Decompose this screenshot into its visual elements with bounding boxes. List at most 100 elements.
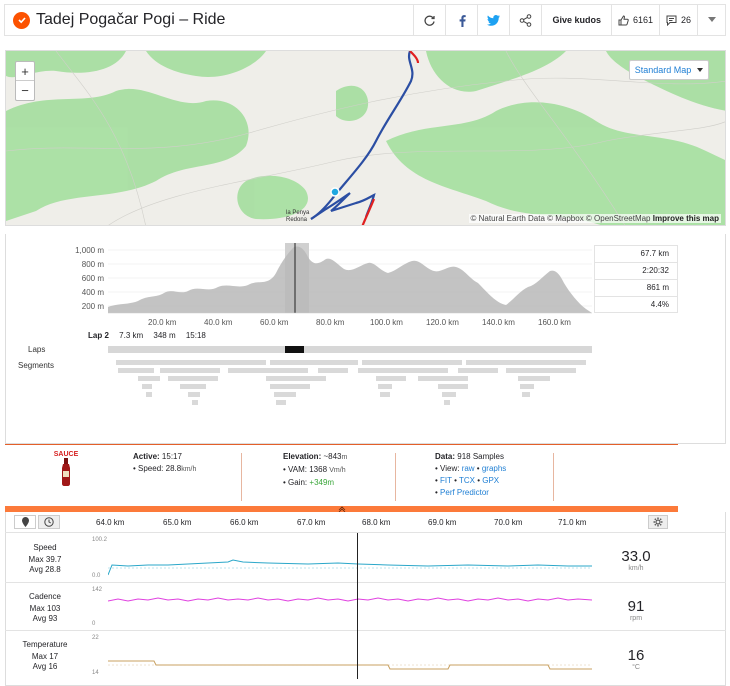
speed-y-bottom: 0.0 bbox=[92, 573, 101, 579]
cadence-chart[interactable] bbox=[108, 585, 592, 629]
improve-map-link[interactable]: Improve this map bbox=[653, 214, 719, 223]
twitter-share-button[interactable] bbox=[477, 5, 509, 35]
x-tick: 20.0 km bbox=[148, 318, 177, 327]
lap-elevation: 348 m bbox=[153, 331, 176, 340]
twitter-icon bbox=[487, 14, 501, 26]
x-tick: 69.0 km bbox=[428, 518, 457, 527]
active-column: Active: 15:17 • Speed: 28.8km/h bbox=[133, 452, 197, 473]
lap-distance: 7.3 km bbox=[119, 331, 144, 340]
x-tick: 120.0 km bbox=[426, 318, 459, 327]
cadence-label: Cadence Max 103 Avg 93 bbox=[12, 592, 78, 624]
facebook-share-button[interactable] bbox=[445, 5, 477, 35]
stat-time: 2:20:32 bbox=[594, 262, 678, 279]
elevation-value: ~843 bbox=[323, 452, 342, 461]
temperature-current: 16 °C bbox=[594, 647, 678, 671]
x-tick: 71.0 km bbox=[558, 518, 587, 527]
laps-label: Laps bbox=[28, 345, 46, 354]
speed-y-top: 100.2 bbox=[92, 537, 108, 543]
view-graphs-link[interactable]: graphs bbox=[482, 464, 506, 473]
speed-chart[interactable] bbox=[108, 535, 592, 581]
x-tick: 66.0 km bbox=[230, 518, 259, 527]
divider bbox=[553, 453, 554, 501]
laps-bar[interactable] bbox=[108, 346, 592, 354]
activity-header: Tadej Pogačar Pogi – Ride Give kudos 616… bbox=[4, 4, 726, 36]
cadence-max: Max 103 bbox=[29, 604, 61, 613]
refresh-icon bbox=[424, 15, 436, 26]
x-tick: 65.0 km bbox=[163, 518, 192, 527]
lap-name: Lap 2 bbox=[88, 331, 109, 340]
temperature-max: Max 17 bbox=[31, 652, 59, 661]
row-divider bbox=[5, 582, 726, 583]
segments-bars[interactable] bbox=[108, 360, 592, 410]
map-type-dropdown[interactable]: Standard Map bbox=[629, 60, 709, 80]
comment-count: 26 bbox=[680, 15, 691, 25]
share-icon bbox=[520, 13, 532, 27]
map-canvas bbox=[6, 51, 725, 225]
map-attribution: © Natural Earth Data © Mapbox © OpenStre… bbox=[468, 214, 721, 223]
x-tick: 100.0 km bbox=[370, 318, 403, 327]
sauce-info-panel: SAUCE Active: 15:17 • Speed: 28.8km/h El… bbox=[5, 444, 678, 506]
x-tick: 160.0 km bbox=[538, 318, 571, 327]
time-axis-toggle[interactable] bbox=[38, 515, 60, 529]
verified-badge-icon bbox=[13, 11, 30, 29]
speed-label: Speed Max 39.7 Avg 28.8 bbox=[12, 543, 78, 575]
give-kudos-button[interactable]: Give kudos bbox=[541, 5, 611, 35]
x-tick: 64.0 km bbox=[96, 518, 125, 527]
temperature-chart[interactable] bbox=[108, 633, 592, 677]
sauce-logo[interactable]: SAUCE bbox=[51, 451, 81, 491]
chevron-down-icon bbox=[707, 17, 716, 22]
cadence-avg: Avg 93 bbox=[32, 614, 58, 623]
y-tick: 400 m bbox=[81, 288, 104, 297]
comments-button[interactable]: 26 bbox=[659, 5, 697, 35]
stat-elevation: 861 m bbox=[594, 279, 678, 296]
more-options-button[interactable] bbox=[697, 5, 725, 35]
gpx-export-link[interactable]: GPX bbox=[482, 476, 499, 485]
lap-info: Lap 2 7.3 km 348 m 15:18 bbox=[88, 331, 214, 340]
speed-avg: Avg 28.8 bbox=[29, 565, 61, 574]
stat-grade: 4.4% bbox=[594, 296, 678, 313]
tcx-export-link[interactable]: TCX bbox=[459, 476, 475, 485]
activity-title: Tadej Pogačar Pogi – Ride bbox=[36, 11, 226, 28]
zoom-out-button[interactable]: − bbox=[16, 81, 34, 100]
cadence-y-bottom: 0 bbox=[92, 621, 96, 627]
x-tick: 40.0 km bbox=[204, 318, 233, 327]
temperature-y-top: 22 bbox=[92, 635, 99, 641]
chart-settings-button[interactable] bbox=[648, 515, 668, 529]
kudos-count-button[interactable]: 6161 bbox=[611, 5, 659, 35]
zoom-in-button[interactable]: + bbox=[16, 62, 34, 81]
samples-count: 918 Samples bbox=[457, 452, 504, 461]
y-tick: 200 m bbox=[81, 302, 104, 311]
refresh-button[interactable] bbox=[413, 5, 445, 35]
map-marker-toggle[interactable] bbox=[14, 515, 36, 529]
temperature-avg: Avg 16 bbox=[32, 662, 58, 671]
speed-current-value: 33.0 bbox=[621, 548, 651, 565]
speed-max: Max 39.7 bbox=[28, 555, 62, 564]
temperature-label: Temperature Max 17 Avg 16 bbox=[12, 640, 78, 672]
detail-x-axis: 64.0 km 65.0 km 66.0 km 67.0 km 68.0 km … bbox=[90, 518, 590, 528]
town-label: la Penya Redona bbox=[286, 210, 310, 223]
fit-export-link[interactable]: FIT bbox=[440, 476, 452, 485]
elevation-profile-chart[interactable] bbox=[108, 243, 592, 319]
x-tick: 67.0 km bbox=[297, 518, 326, 527]
title-area: Tadej Pogačar Pogi – Ride bbox=[5, 11, 413, 29]
facebook-icon bbox=[459, 14, 466, 27]
cadence-y-top: 142 bbox=[92, 587, 103, 593]
lap-time: 15:18 bbox=[185, 331, 206, 340]
x-tick: 140.0 km bbox=[482, 318, 515, 327]
y-tick: 800 m bbox=[81, 260, 104, 269]
share-button[interactable] bbox=[509, 5, 541, 35]
cadence-current: 91 rpm bbox=[594, 598, 678, 622]
comment-icon bbox=[666, 15, 677, 26]
sauce-bottle-icon bbox=[62, 458, 70, 486]
activity-map[interactable]: + − Standard Map la Penya Redona © Natur… bbox=[5, 50, 726, 226]
zoom-controls: + − bbox=[15, 61, 35, 101]
row-divider bbox=[5, 630, 726, 631]
row-divider bbox=[5, 532, 726, 533]
active-time: 15:17 bbox=[161, 452, 182, 461]
selection-stats: 67.7 km 2:20:32 861 m 4.4% bbox=[594, 245, 678, 313]
map-type-label: Standard Map bbox=[634, 65, 692, 75]
divider bbox=[241, 453, 242, 501]
view-raw-link[interactable]: raw bbox=[462, 464, 475, 473]
perf-predictor-link[interactable]: Perf Predictor bbox=[440, 488, 489, 497]
map-pin-icon bbox=[21, 517, 29, 527]
